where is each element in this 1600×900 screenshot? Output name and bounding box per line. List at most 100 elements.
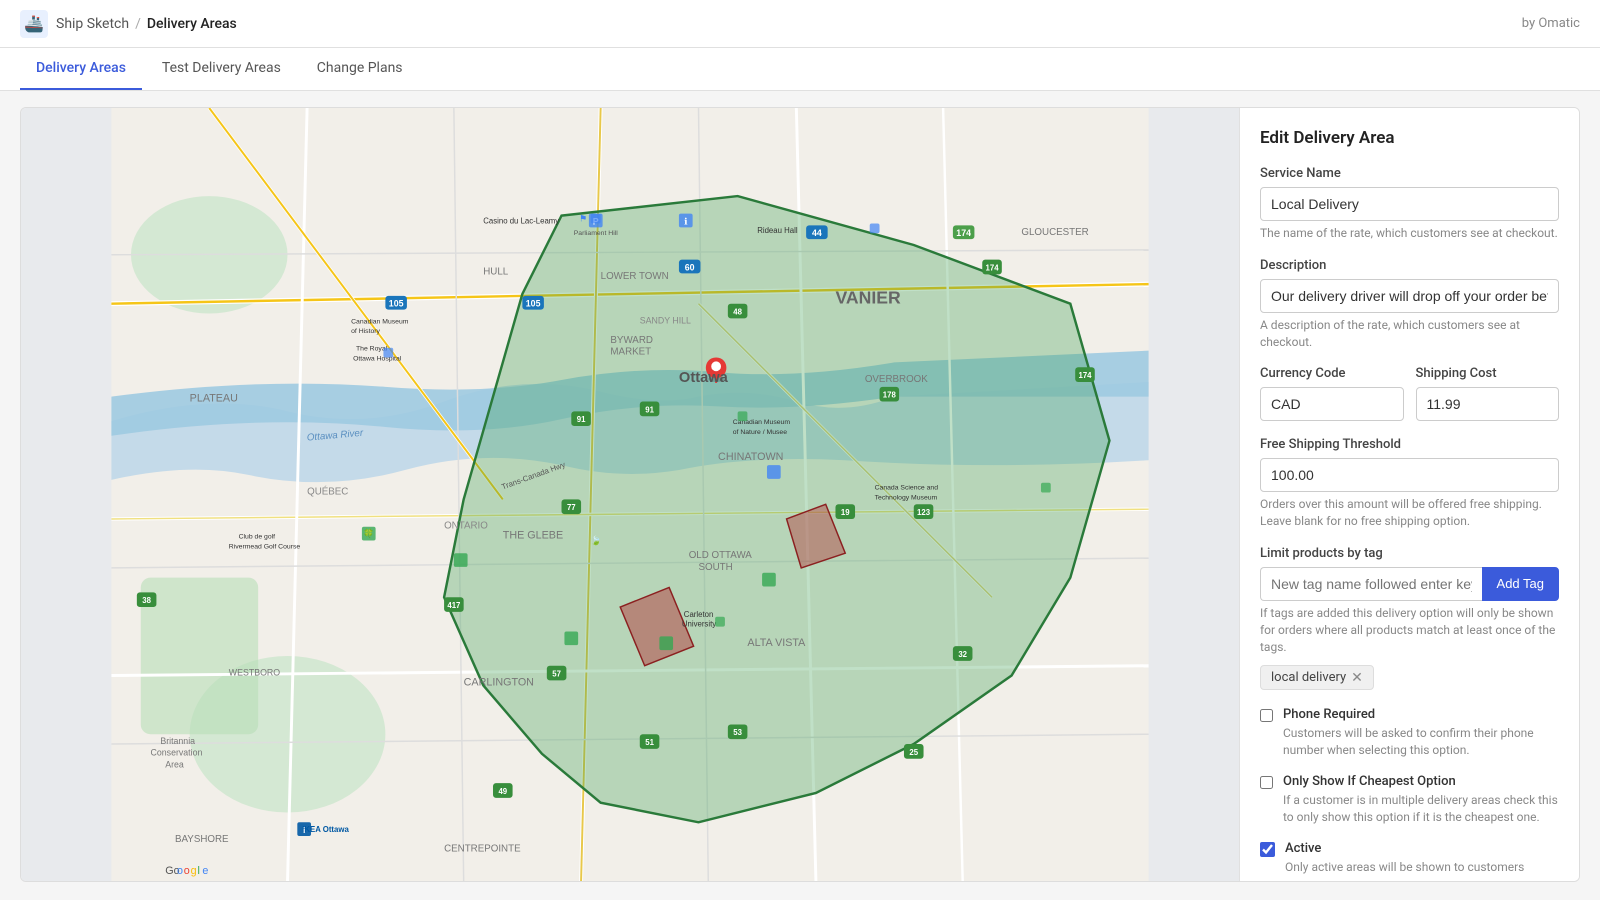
tag-chip-label: local delivery bbox=[1271, 670, 1346, 685]
svg-text:123: 123 bbox=[917, 508, 931, 517]
currency-code-group: Currency Code bbox=[1260, 366, 1404, 421]
svg-text:77: 77 bbox=[567, 503, 576, 512]
phone-required-label[interactable]: Phone Required bbox=[1283, 707, 1375, 722]
svg-text:174: 174 bbox=[956, 228, 971, 238]
edit-panel: Edit Delivery Area Service Name The name… bbox=[1239, 108, 1579, 881]
active-checkbox[interactable] bbox=[1260, 842, 1275, 857]
tab-delivery-areas[interactable]: Delivery Areas bbox=[20, 48, 142, 90]
shipping-cost-input[interactable] bbox=[1416, 387, 1560, 421]
svg-text:o: o bbox=[184, 865, 190, 877]
service-name-group: Service Name The name of the rate, which… bbox=[1260, 166, 1559, 242]
add-tag-button[interactable]: Add Tag bbox=[1482, 567, 1559, 601]
svg-text:Carleton: Carleton bbox=[684, 610, 714, 619]
svg-text:BYWARD: BYWARD bbox=[610, 335, 653, 346]
tag-chip-remove[interactable]: ✕ bbox=[1351, 671, 1363, 685]
currency-code-input[interactable] bbox=[1260, 387, 1404, 421]
svg-text:174: 174 bbox=[1078, 371, 1092, 380]
svg-text:⚑: ⚑ bbox=[579, 214, 587, 224]
map-svg: VANIER Ottawa CHINATOWN THE GLEBE OLD OT… bbox=[21, 108, 1239, 881]
phone-required-checkbox[interactable] bbox=[1260, 708, 1273, 723]
svg-text:44: 44 bbox=[812, 228, 822, 238]
svg-text:g: g bbox=[191, 865, 197, 877]
svg-text:105: 105 bbox=[526, 299, 541, 309]
svg-text:178: 178 bbox=[883, 391, 897, 400]
svg-text:51: 51 bbox=[645, 738, 654, 747]
svg-text:48: 48 bbox=[733, 307, 742, 316]
tags-hint: If tags are added this delivery option w… bbox=[1260, 605, 1559, 655]
map-area[interactable]: VANIER Ottawa CHINATOWN THE GLEBE OLD OT… bbox=[21, 108, 1239, 881]
svg-text:SOUTH: SOUTH bbox=[698, 562, 732, 573]
svg-text:HULL: HULL bbox=[483, 266, 509, 277]
tab-test-delivery-areas[interactable]: Test Delivery Areas bbox=[146, 48, 297, 90]
svg-text:Area: Area bbox=[165, 759, 184, 769]
svg-text:ONTARIO: ONTARIO bbox=[444, 521, 488, 532]
svg-text:49: 49 bbox=[498, 787, 507, 796]
breadcrumb: Ship Sketch / Delivery Areas bbox=[56, 16, 237, 32]
page-title: Delivery Areas bbox=[147, 16, 237, 32]
by-label: by Omatic bbox=[1522, 16, 1580, 31]
svg-text:Ottawa: Ottawa bbox=[679, 370, 729, 386]
svg-text:🍀: 🍀 bbox=[363, 529, 374, 540]
svg-text:53: 53 bbox=[733, 728, 742, 737]
active-text: Active Only active areas will be shown t… bbox=[1285, 840, 1524, 876]
free-shipping-input[interactable] bbox=[1260, 458, 1559, 492]
tag-input[interactable] bbox=[1260, 567, 1482, 601]
edit-panel-title: Edit Delivery Area bbox=[1260, 128, 1559, 148]
svg-text:MARKET: MARKET bbox=[610, 347, 651, 358]
svg-text:Canada Science and: Canada Science and bbox=[875, 485, 939, 492]
shipping-cost-label: Shipping Cost bbox=[1416, 366, 1560, 381]
breadcrumb-separator: / bbox=[135, 16, 141, 32]
svg-text:🍃: 🍃 bbox=[591, 534, 602, 545]
map-panel: VANIER Ottawa CHINATOWN THE GLEBE OLD OT… bbox=[20, 107, 1580, 882]
active-hint: Only active areas will be shown to custo… bbox=[1285, 859, 1524, 876]
svg-text:Conservation: Conservation bbox=[151, 748, 203, 758]
tag-chip-local-delivery: local delivery ✕ bbox=[1260, 665, 1374, 690]
svg-text:Technology Museum: Technology Museum bbox=[875, 494, 938, 501]
svg-text:University: University bbox=[682, 620, 716, 629]
service-name-input[interactable] bbox=[1260, 187, 1559, 221]
svg-text:91: 91 bbox=[645, 405, 654, 414]
active-label[interactable]: Active bbox=[1285, 841, 1321, 856]
svg-text:BAYSHORE: BAYSHORE bbox=[175, 834, 229, 845]
phone-required-hint: Customers will be asked to confirm their… bbox=[1283, 725, 1559, 759]
svg-text:Rideau Hall: Rideau Hall bbox=[757, 226, 798, 235]
svg-text:l: l bbox=[198, 865, 200, 877]
tab-change-plans[interactable]: Change Plans bbox=[301, 48, 419, 90]
service-name-hint: The name of the rate, which customers se… bbox=[1260, 225, 1559, 242]
phone-required-group: Phone Required Customers will be asked t… bbox=[1260, 706, 1559, 759]
svg-text:THE GLEBE: THE GLEBE bbox=[503, 530, 563, 542]
cheapest-option-checkbox[interactable] bbox=[1260, 775, 1273, 790]
svg-text:o: o bbox=[177, 865, 183, 877]
free-shipping-group: Free Shipping Threshold Orders over this… bbox=[1260, 437, 1559, 530]
description-input[interactable] bbox=[1260, 279, 1559, 313]
header-right: by Omatic bbox=[1522, 16, 1580, 31]
cheapest-option-label[interactable]: Only Show If Cheapest Option bbox=[1283, 774, 1456, 789]
svg-text:PLATEAU: PLATEAU bbox=[190, 393, 238, 405]
svg-text:ALTA VISTA: ALTA VISTA bbox=[747, 637, 806, 649]
svg-text:OVERBROOK: OVERBROOK bbox=[865, 374, 928, 385]
svg-text:CARLINGTON: CARLINGTON bbox=[464, 676, 534, 688]
svg-text:Canadian Museum: Canadian Museum bbox=[351, 318, 409, 325]
svg-text:91: 91 bbox=[577, 415, 586, 424]
svg-text:CENTREPOINTE: CENTREPOINTE bbox=[444, 844, 521, 855]
svg-text:of Nature / Musee: of Nature / Musee bbox=[733, 429, 787, 436]
svg-text:The Royal: The Royal bbox=[356, 346, 388, 353]
nav-tabs: Delivery Areas Test Delivery Areas Chang… bbox=[0, 48, 1600, 91]
cheapest-option-hint: If a customer is in multiple delivery ar… bbox=[1283, 792, 1559, 826]
svg-text:GLOUCESTER: GLOUCESTER bbox=[1021, 227, 1088, 238]
svg-text:WESTBORO: WESTBORO bbox=[229, 668, 280, 678]
app-logo: 🚢 bbox=[20, 10, 48, 38]
header-left: 🚢 Ship Sketch / Delivery Areas bbox=[20, 10, 237, 38]
shipping-cost-group: Shipping Cost bbox=[1416, 366, 1560, 421]
svg-text:QUÉBEC: QUÉBEC bbox=[307, 486, 348, 497]
svg-text:19: 19 bbox=[841, 508, 850, 517]
tag-input-row: Add Tag bbox=[1260, 567, 1559, 601]
svg-text:i: i bbox=[303, 826, 305, 835]
service-name-label: Service Name bbox=[1260, 166, 1559, 181]
svg-text:25: 25 bbox=[909, 748, 918, 757]
svg-text:Ottawa Hospital: Ottawa Hospital bbox=[353, 355, 402, 362]
svg-text:417: 417 bbox=[447, 601, 460, 610]
svg-text:174: 174 bbox=[986, 263, 1000, 272]
svg-text:105: 105 bbox=[389, 299, 404, 309]
phone-required-text: Phone Required Customers will be asked t… bbox=[1283, 706, 1559, 759]
